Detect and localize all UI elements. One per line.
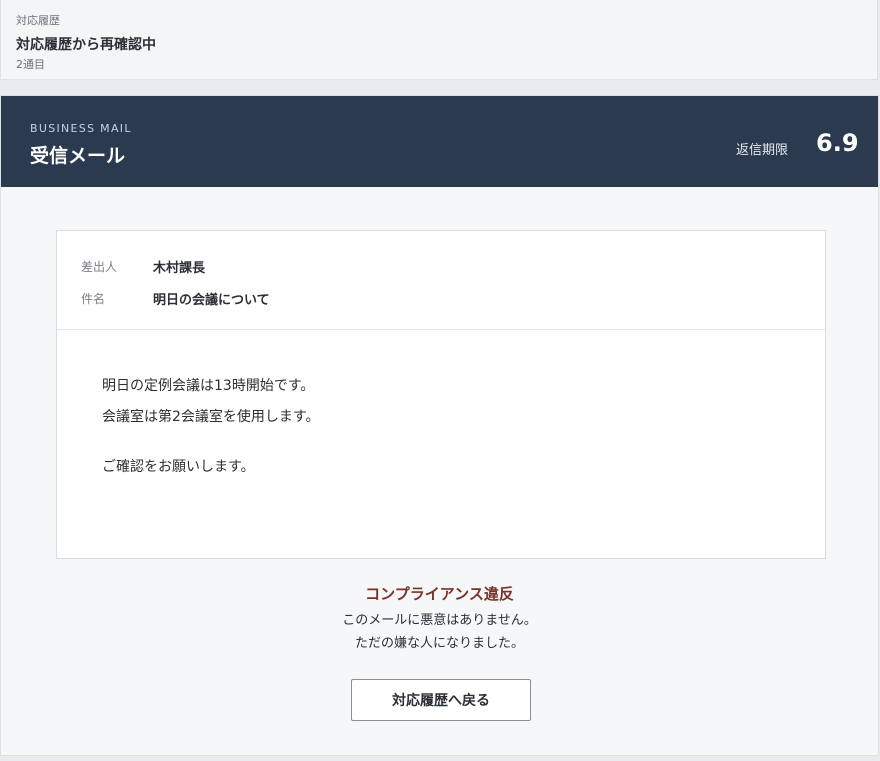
mail-panel-title: 受信メール	[30, 145, 126, 167]
mail-body-line: ご確認をお願いします。	[102, 459, 255, 475]
card-divider	[57, 329, 825, 330]
mail-card: 差出人 木村課長 件名 明日の会議について 明日の定例会議は13時開始です。 会…	[56, 230, 826, 559]
result-message: ただの嫌な人になりました。	[354, 636, 524, 651]
mail-kicker: BUSINESS MAIL	[30, 122, 132, 135]
violation-title: コンプライアンス違反	[365, 585, 514, 603]
history-card: 対応履歴 対応履歴から再確認中 2通目	[0, 0, 878, 80]
mail-panel: BUSINESS MAIL 受信メール 返信期限 6.9 差出人 木村課長 件名…	[0, 95, 879, 756]
mail-body-line: 明日の定例会議は13時開始です。	[102, 378, 315, 394]
subject-value: 明日の会議について	[153, 293, 270, 308]
sender-label: 差出人	[81, 260, 118, 274]
subject-label: 件名	[81, 292, 106, 306]
mail-body-line: 会議室は第2会議室を使用します。	[102, 409, 320, 425]
mail-header: BUSINESS MAIL 受信メール 返信期限 6.9	[1, 96, 878, 187]
history-count: 2通目	[16, 58, 45, 71]
reply-deadline-label: 返信期限	[736, 143, 789, 158]
sender-value: 木村課長	[153, 261, 206, 276]
result-message: このメールに悪意はありません。	[342, 613, 537, 628]
history-title: 対応履歴から再確認中	[16, 37, 156, 53]
back-to-history-button[interactable]: 対応履歴へ戻る	[351, 679, 531, 721]
history-label: 対応履歴	[16, 14, 60, 27]
reply-deadline-value: 6.9	[816, 129, 859, 157]
